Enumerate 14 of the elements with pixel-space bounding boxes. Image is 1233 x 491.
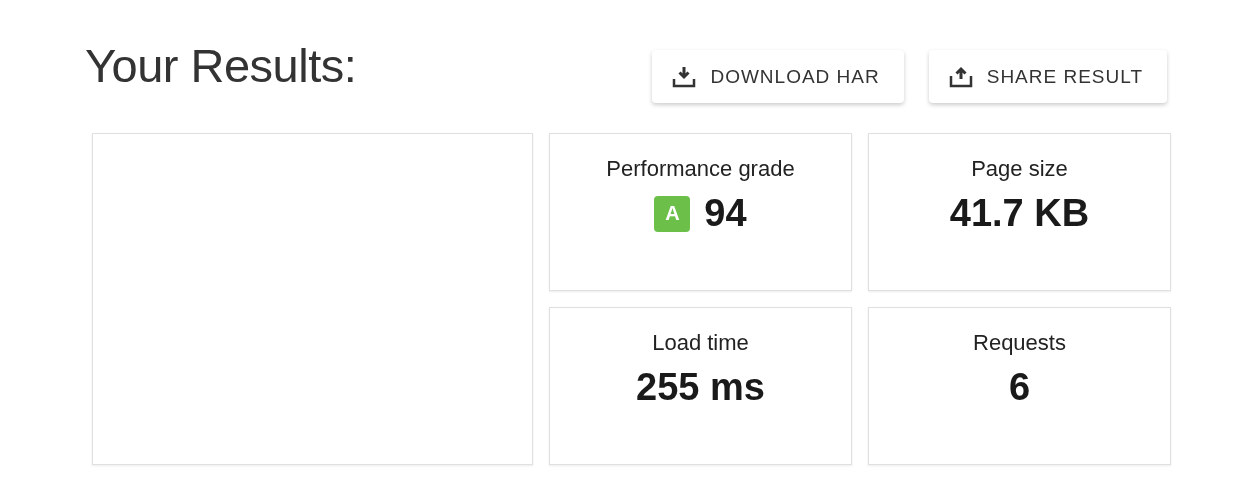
page-title: Your Results: [85, 38, 358, 93]
metric-value: 94 [704, 192, 747, 235]
share-button[interactable]: SHARE RESULT [928, 50, 1167, 103]
metric-label: Page size [971, 156, 1068, 182]
download-icon [672, 65, 697, 88]
metric-value: 41.7 KB [949, 192, 1090, 235]
metric-label: Performance grade [606, 156, 795, 182]
metric-value: 6 [1008, 366, 1031, 409]
upload-icon [948, 65, 973, 88]
metric-label: Requests [973, 330, 1066, 356]
metric-label: Load time [652, 330, 749, 356]
download-button[interactable]: DOWNLOAD HAR [652, 50, 904, 103]
grade-badge: A [654, 195, 691, 232]
metric-value: 255 ms [636, 366, 765, 409]
